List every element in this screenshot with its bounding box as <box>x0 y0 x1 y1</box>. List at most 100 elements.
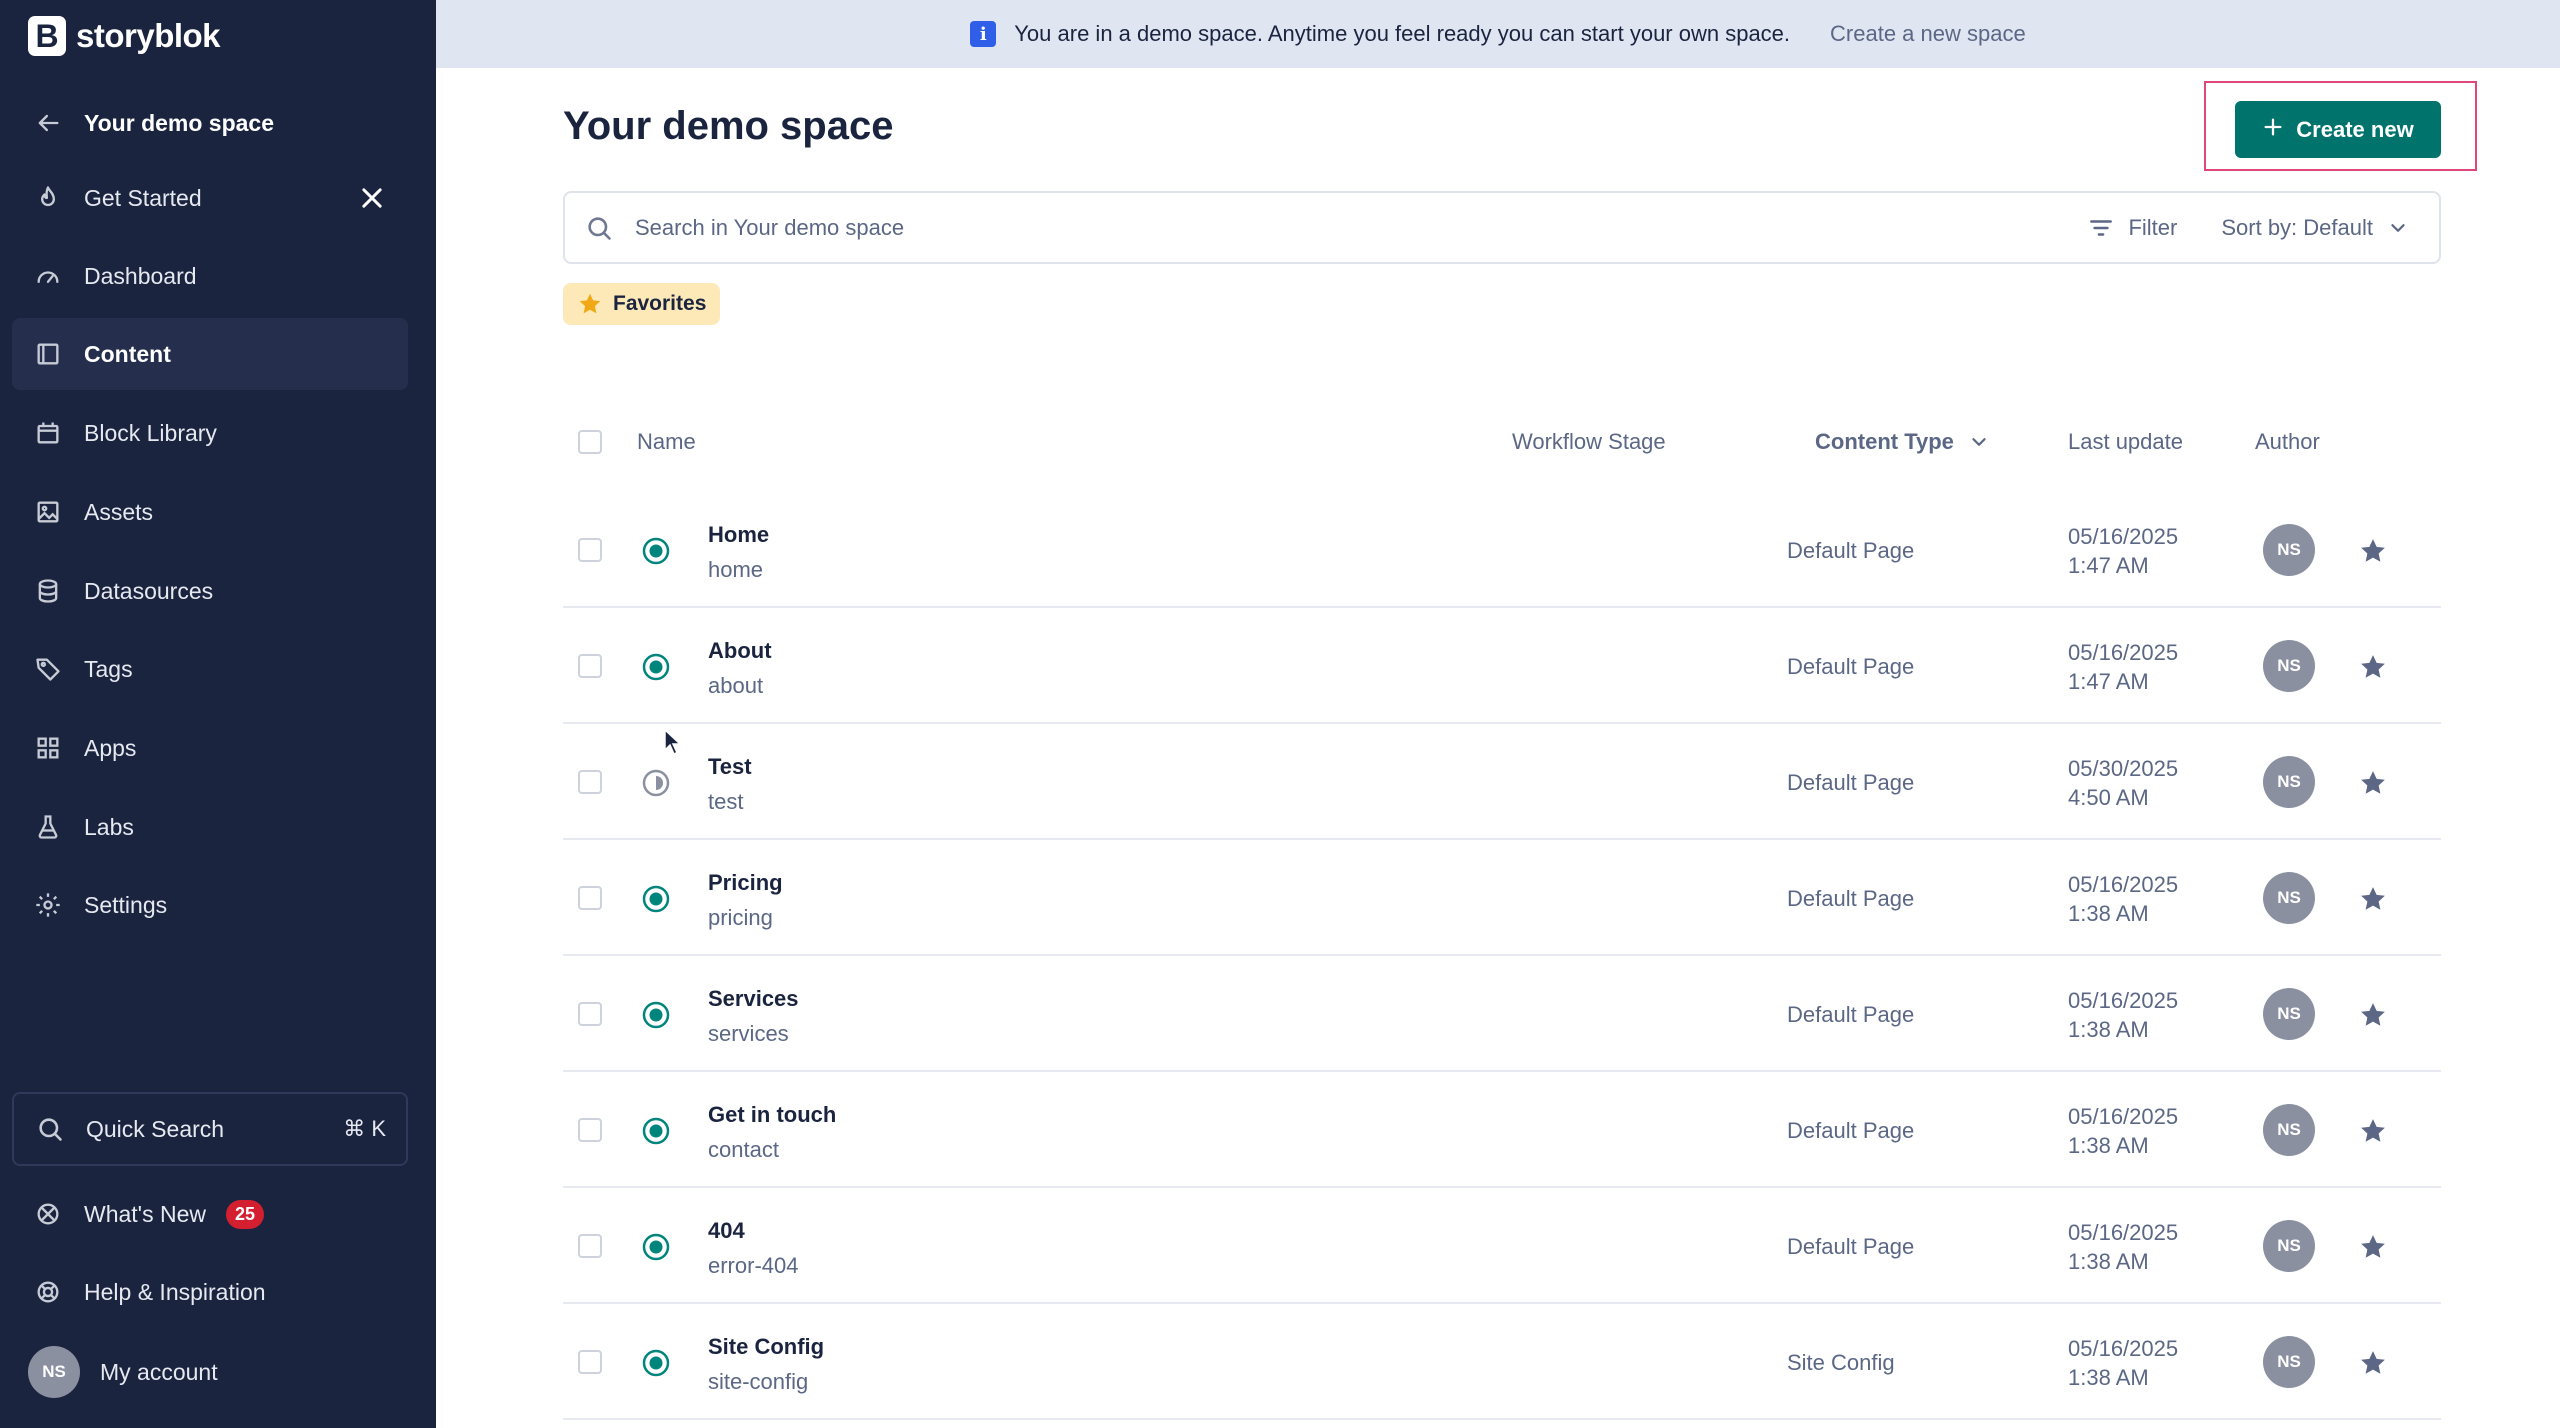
row-name[interactable]: Services <box>708 986 799 1012</box>
sidebar-item-dashboard[interactable]: Dashboard <box>12 240 408 312</box>
sidebar-item-label: Settings <box>84 891 168 918</box>
sidebar-item-datasources[interactable]: Datasources <box>12 555 408 627</box>
sidebar-item-whats-new[interactable]: What's New 25 <box>12 1178 408 1250</box>
favorite-star-icon[interactable] <box>2358 884 2388 914</box>
filter-button[interactable]: Filter <box>2088 215 2177 241</box>
table-row[interactable]: Home home Default Page 05/16/2025 1:47 AM NS <box>563 492 2441 608</box>
search-input[interactable] <box>635 214 2089 241</box>
row-last-update: 05/16/2025 1:38 AM <box>2068 1334 2178 1392</box>
table-row[interactable]: Pricing pricing Default Page 05/16/2025 1:38… <box>563 840 2441 956</box>
row-content-type: Site Config <box>1787 1350 1895 1375</box>
content-search-bar: Filter Sort by: Default <box>563 191 2441 264</box>
author-avatar: NS <box>2263 1336 2315 1388</box>
row-slug: about <box>708 673 764 698</box>
sidebar-item-block-library[interactable]: Block Library <box>12 397 408 469</box>
row-checkbox[interactable] <box>578 654 602 678</box>
sidebar-item-settings[interactable]: Settings <box>12 869 408 941</box>
column-header-name[interactable]: Name <box>637 427 696 457</box>
quick-search-button[interactable]: Quick Search ⌘ K <box>12 1092 408 1166</box>
sidebar-item-label: Labs <box>84 813 134 840</box>
create-new-button[interactable]: Create new <box>2235 101 2441 158</box>
storyblok-logo[interactable]: storyblok <box>28 14 221 58</box>
table-row[interactable]: Services services Default Page 05/16/2025 1:… <box>563 956 2441 1072</box>
page-title: Your demo space <box>563 104 894 148</box>
create-new-space-link[interactable]: Create a new space <box>1830 21 2026 47</box>
favorites-label: Favorites <box>613 292 707 315</box>
favorite-star-icon[interactable] <box>2358 536 2388 566</box>
row-slug: home <box>708 557 764 582</box>
tag-icon <box>34 655 62 683</box>
row-content-type: Default Page <box>1787 886 1915 911</box>
row-last-update: 05/16/2025 1:47 AM <box>2068 638 2178 696</box>
close-icon[interactable] <box>358 184 386 212</box>
status-indicator <box>641 768 671 798</box>
sidebar-item-help[interactable]: Help & Inspiration <box>12 1256 408 1328</box>
table-row[interactable]: Test test Default Page 05/30/2025 4:50 AM NS <box>563 724 2441 840</box>
sidebar-item-content[interactable]: Content <box>12 318 408 390</box>
row-checkbox[interactable] <box>578 1118 602 1142</box>
row-checkbox[interactable] <box>578 1350 602 1374</box>
select-all-checkbox[interactable] <box>578 430 602 454</box>
sidebar-item-label: Assets <box>84 498 154 525</box>
table-row[interactable]: About about Default Page 05/16/2025 1:47 AM N… <box>563 608 2441 724</box>
sidebar-item-labs[interactable]: Labs <box>12 791 408 863</box>
sidebar-item-tags[interactable]: Tags <box>12 633 408 705</box>
row-checkbox[interactable] <box>578 1234 602 1258</box>
row-name[interactable]: Site Config <box>708 1334 824 1360</box>
row-checkbox[interactable] <box>578 1002 602 1026</box>
filter-label: Filter <box>2128 214 2178 240</box>
gauge-icon <box>34 262 62 290</box>
author-avatar: NS <box>2263 756 2315 808</box>
column-header-last-update[interactable]: Last update <box>2068 427 2183 457</box>
status-indicator <box>641 536 671 566</box>
row-date: 05/16/2025 <box>2068 872 2179 897</box>
sidebar-item-get-started[interactable]: Get Started <box>12 162 408 234</box>
favorite-star-icon[interactable] <box>2358 652 2388 682</box>
favorite-star-icon[interactable] <box>2358 1000 2388 1030</box>
row-checkbox[interactable] <box>578 770 602 794</box>
brand-name: storyblok <box>76 17 221 54</box>
favorite-star-icon[interactable] <box>2358 1116 2388 1146</box>
row-name[interactable]: Pricing <box>708 870 783 896</box>
row-content-type: Default Page <box>1787 654 1915 679</box>
my-account-button[interactable]: NS My account <box>28 1345 218 1399</box>
row-last-update: 05/16/2025 1:47 AM <box>2068 522 2178 580</box>
sidebar-item-label: Help & Inspiration <box>84 1278 266 1305</box>
row-name[interactable]: About <box>708 638 772 664</box>
row-name[interactable]: 404 <box>708 1218 745 1244</box>
banner-message: You are in a demo space. Anytime you fee… <box>1014 21 1791 46</box>
grid-icon <box>34 734 62 762</box>
author-avatar: NS <box>2263 1220 2315 1272</box>
row-checkbox[interactable] <box>578 538 602 562</box>
row-last-update: 05/16/2025 1:38 AM <box>2068 1102 2178 1160</box>
row-time: 1:47 AM <box>2068 669 2149 694</box>
row-name[interactable]: Get in touch <box>708 1102 836 1128</box>
favorite-star-icon[interactable] <box>2358 768 2388 798</box>
row-last-update: 05/16/2025 1:38 AM <box>2068 870 2178 928</box>
table-row[interactable]: Get in touch contact Default Page 05/16/202… <box>563 1072 2441 1188</box>
table-row[interactable]: Site Config site-config Site Config 05/16/2… <box>563 1304 2441 1420</box>
create-new-label: Create new <box>2296 116 2414 142</box>
row-name[interactable]: Test <box>708 754 752 780</box>
favorites-filter-chip[interactable]: Favorites <box>563 283 721 325</box>
table-row[interactable]: 404 error-404 Default Page 05/16/2025 1:38 A… <box>563 1188 2441 1304</box>
status-indicator <box>641 884 671 914</box>
status-indicator <box>641 1000 671 1030</box>
author-avatar: NS <box>2263 988 2315 1040</box>
draft-status-icon <box>642 769 670 797</box>
arrow-left-icon <box>34 109 62 137</box>
sidebar-item-assets[interactable]: Assets <box>12 476 408 548</box>
favorite-star-icon[interactable] <box>2358 1348 2388 1378</box>
row-date: 05/16/2025 <box>2068 524 2179 549</box>
row-date: 05/16/2025 <box>2068 988 2179 1013</box>
sidebar-item-apps[interactable]: Apps <box>12 712 408 784</box>
favorite-star-icon[interactable] <box>2358 1232 2388 1262</box>
row-content-type: Default Page <box>1787 538 1915 563</box>
sort-dropdown[interactable]: Sort by: Default <box>2221 215 2409 241</box>
column-header-content-type[interactable]: Content Type <box>1815 427 1990 457</box>
row-checkbox[interactable] <box>578 886 602 910</box>
back-to-space-link[interactable]: Your demo space <box>12 87 408 159</box>
sidebar-item-label: Datasources <box>84 577 214 604</box>
sidebar-item-label: Tags <box>84 655 133 682</box>
row-name[interactable]: Home <box>708 522 769 548</box>
